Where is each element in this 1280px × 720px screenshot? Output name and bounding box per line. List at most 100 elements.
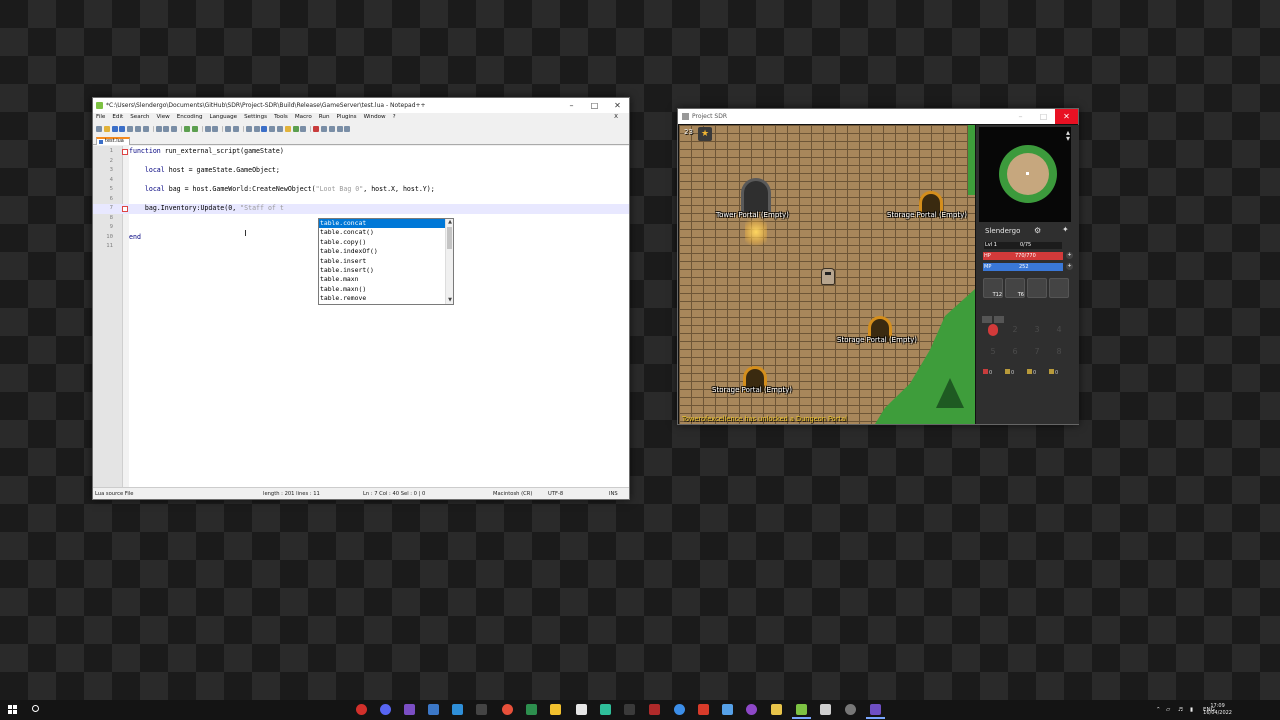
minimize-button[interactable]: – bbox=[560, 98, 583, 113]
opera-icon[interactable] bbox=[356, 704, 367, 715]
equip-slot-armor[interactable] bbox=[1027, 278, 1047, 298]
close-button[interactable]: ✕ bbox=[1055, 109, 1078, 124]
equip-slot-ring[interactable] bbox=[1049, 278, 1069, 298]
undo-icon[interactable] bbox=[183, 125, 190, 132]
discord-icon[interactable] bbox=[380, 704, 391, 715]
autocomplete-item[interactable]: table.concat() bbox=[319, 228, 453, 237]
app-icon[interactable] bbox=[428, 704, 439, 715]
app-icon[interactable] bbox=[649, 704, 660, 715]
show-all-chars-icon[interactable] bbox=[269, 125, 276, 132]
autocomplete-item[interactable]: table.indexOf() bbox=[319, 247, 453, 256]
minimize-button[interactable]: – bbox=[1009, 109, 1032, 124]
tab-test-lua[interactable]: test.lua bbox=[96, 137, 130, 145]
word-wrap-icon[interactable] bbox=[261, 125, 268, 132]
quickslot[interactable]: 0 bbox=[1027, 369, 1047, 378]
status-encoding[interactable]: UTF-8 bbox=[548, 488, 563, 500]
quickslot[interactable]: 0 bbox=[1049, 369, 1069, 378]
autocomplete-item[interactable]: table.insert bbox=[319, 257, 453, 266]
menu-tools[interactable]: Tools bbox=[274, 113, 288, 122]
app-icon[interactable] bbox=[674, 704, 685, 715]
app-icon[interactable] bbox=[820, 704, 831, 715]
scroll-up-icon[interactable]: ▲ bbox=[446, 219, 454, 226]
inventory-slot[interactable]: 5 bbox=[983, 342, 1003, 362]
menu-file[interactable]: File bbox=[96, 113, 105, 122]
notepad-plus-plus-taskbar-icon[interactable] bbox=[792, 704, 811, 719]
autocomplete-item[interactable]: table.copy() bbox=[319, 238, 453, 247]
sync-horizontal-icon[interactable] bbox=[253, 125, 260, 132]
redo-icon[interactable] bbox=[191, 125, 198, 132]
mp-potion-button[interactable]: + bbox=[1066, 263, 1073, 270]
autocomplete-item[interactable]: table.maxn() bbox=[319, 285, 453, 294]
app-icon[interactable] bbox=[624, 704, 635, 715]
game-titlebar[interactable]: Project SDR – □ ✕ bbox=[678, 109, 1078, 124]
app-icon[interactable] bbox=[526, 704, 537, 715]
scroll-thumb[interactable] bbox=[447, 227, 452, 249]
equip-slot-weapon[interactable]: T12 bbox=[983, 278, 1003, 298]
save-all-icon[interactable] bbox=[119, 125, 126, 132]
menu-edit[interactable]: Edit bbox=[112, 113, 123, 122]
play-macro-icon[interactable] bbox=[328, 125, 335, 132]
cut-icon[interactable] bbox=[155, 125, 162, 132]
app-icon[interactable] bbox=[698, 704, 709, 715]
menu-settings[interactable]: Settings bbox=[244, 113, 267, 122]
app-icon[interactable] bbox=[550, 704, 561, 715]
menu-window[interactable]: Window bbox=[364, 113, 386, 122]
visual-studio-icon[interactable] bbox=[404, 704, 415, 715]
inventory-tabs[interactable] bbox=[982, 308, 1006, 323]
menu-search[interactable]: Search bbox=[130, 113, 149, 122]
inventory-slot[interactable]: 3 bbox=[1027, 320, 1047, 340]
minimap-scroll-down-icon[interactable]: ▾ bbox=[1066, 134, 1070, 143]
save-macro-icon[interactable] bbox=[344, 125, 351, 132]
clock[interactable]: 17:09 16/04/2022 bbox=[1203, 703, 1232, 717]
tower-portal[interactable] bbox=[741, 178, 771, 212]
maximize-button[interactable]: □ bbox=[583, 98, 606, 113]
close-all-icon[interactable] bbox=[134, 125, 141, 132]
inventory-slot[interactable]: 4 bbox=[1049, 320, 1069, 340]
folder-as-workspace-icon[interactable] bbox=[292, 125, 299, 132]
autocomplete-scrollbar[interactable]: ▲ ▼ bbox=[445, 219, 453, 304]
zoom-out-icon[interactable] bbox=[232, 125, 239, 132]
menu-view[interactable]: View bbox=[156, 113, 169, 122]
app-icon[interactable] bbox=[722, 704, 733, 715]
windows-start-icon[interactable] bbox=[8, 705, 18, 715]
run-macro-multiple-icon[interactable] bbox=[336, 125, 343, 132]
equip-slot-ability[interactable]: T6 bbox=[1005, 278, 1025, 298]
search-icon[interactable] bbox=[32, 705, 39, 712]
inventory-slot[interactable]: 8 bbox=[1049, 342, 1069, 362]
open-folder-icon[interactable] bbox=[103, 125, 110, 132]
autocomplete-item[interactable]: table.insert() bbox=[319, 266, 453, 275]
autocomplete-item[interactable]: table.maxn bbox=[319, 275, 453, 284]
document-map-icon[interactable] bbox=[300, 125, 307, 132]
close-file-icon[interactable] bbox=[127, 125, 134, 132]
app-icon[interactable] bbox=[476, 704, 487, 715]
indent-guide-icon[interactable] bbox=[276, 125, 283, 132]
close-button[interactable]: ✕ bbox=[606, 98, 629, 113]
menu-help[interactable]: ? bbox=[393, 113, 396, 122]
game-world-view[interactable]: Tower Portal (Empty) Storage Portal (Emp… bbox=[679, 125, 975, 424]
notepad-titlebar[interactable]: *C:\Users\Slendergo\Documents\GitHub\SDR… bbox=[93, 98, 629, 113]
app-icon[interactable] bbox=[746, 704, 757, 715]
file-explorer-icon[interactable] bbox=[771, 704, 782, 715]
fold-collapse-icon[interactable] bbox=[122, 149, 128, 155]
battery-icon[interactable]: ▮ bbox=[1190, 700, 1193, 720]
nexus-icon[interactable]: ✦ bbox=[1062, 225, 1069, 234]
code-editor[interactable]: 1 function run_external_script(gameState… bbox=[93, 146, 629, 487]
inventory-slot[interactable]: 7 bbox=[1027, 342, 1047, 362]
menu-language[interactable]: Language bbox=[210, 113, 238, 122]
app-icon[interactable] bbox=[845, 704, 856, 715]
paste-icon[interactable] bbox=[171, 125, 178, 132]
app-icon[interactable] bbox=[452, 704, 463, 715]
save-icon[interactable] bbox=[111, 125, 118, 132]
scroll-down-icon[interactable]: ▼ bbox=[446, 297, 454, 304]
quickslot-health-potion[interactable]: 0 bbox=[983, 369, 1003, 378]
tray-chevron-icon[interactable]: ⌃ bbox=[1156, 700, 1161, 720]
minimap[interactable] bbox=[979, 127, 1071, 222]
volume-icon[interactable]: ♬ bbox=[1178, 700, 1183, 720]
menu-macro[interactable]: Macro bbox=[295, 113, 312, 122]
app-icon[interactable] bbox=[600, 704, 611, 715]
app-icon[interactable] bbox=[576, 704, 587, 715]
function-list-icon[interactable] bbox=[284, 125, 291, 132]
inventory-slot[interactable]: 2 bbox=[1005, 320, 1025, 340]
options-icon[interactable]: ⚙ bbox=[1034, 226, 1041, 235]
stop-macro-icon[interactable] bbox=[320, 125, 327, 132]
